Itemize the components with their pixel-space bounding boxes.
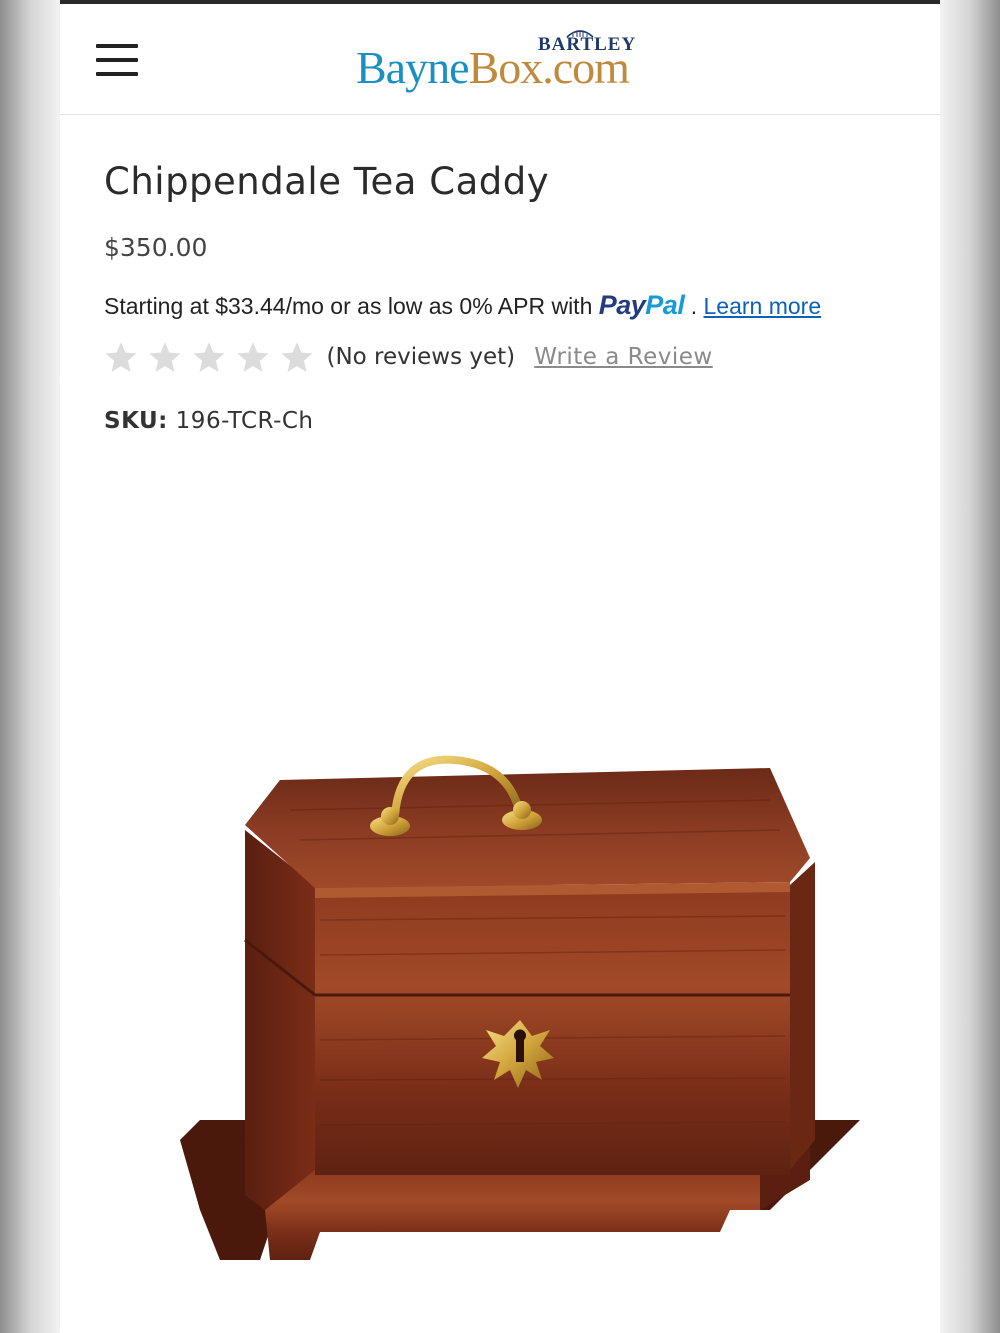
financing-separator: . bbox=[690, 293, 698, 319]
menu-line bbox=[96, 72, 138, 76]
logo-part-a: Bayne bbox=[356, 42, 470, 93]
menu-line bbox=[96, 58, 138, 62]
review-count: (No reviews yet) bbox=[326, 344, 516, 370]
paypal-logo: PayPal bbox=[599, 290, 685, 320]
product-image[interactable] bbox=[150, 740, 870, 1300]
rating-stars bbox=[104, 340, 319, 374]
product-sku: SKU: 196-TCR-Ch bbox=[104, 408, 314, 434]
site-header: BARTLEY BayneBox.com bbox=[60, 4, 940, 115]
reviews-row: (No reviews yet) Write a Review bbox=[104, 340, 713, 380]
product-page: BARTLEY BayneBox.com Chippendale Tea Cad… bbox=[60, 0, 940, 1333]
site-logo[interactable]: BARTLEY BayneBox.com bbox=[356, 26, 656, 100]
learn-more-link[interactable]: Learn more bbox=[704, 293, 822, 319]
star-empty-icon bbox=[193, 342, 225, 372]
star-empty-icon bbox=[105, 342, 137, 372]
logo-wordmark: BayneBox.com bbox=[356, 36, 630, 100]
paypal-financing: Starting at $33.44/mo or as low as 0% AP… bbox=[104, 290, 821, 321]
product-price: $350.00 bbox=[104, 233, 208, 262]
logo-part-b: Box.com bbox=[468, 42, 630, 93]
star-empty-icon bbox=[237, 342, 269, 372]
menu-line bbox=[96, 44, 138, 48]
financing-text: Starting at $33.44/mo or as low as 0% AP… bbox=[104, 293, 593, 319]
star-empty-icon bbox=[281, 342, 313, 372]
star-empty-icon bbox=[149, 342, 181, 372]
paypal-logo-pay: Pay bbox=[598, 290, 646, 320]
hamburger-menu-icon[interactable] bbox=[96, 42, 138, 80]
write-review-link[interactable]: Write a Review bbox=[534, 344, 713, 370]
product-title: Chippendale Tea Caddy bbox=[104, 160, 550, 203]
sku-label: SKU: bbox=[104, 408, 168, 434]
sku-value: 196-TCR-Ch bbox=[175, 408, 314, 434]
paypal-logo-pal: Pal bbox=[645, 290, 685, 320]
